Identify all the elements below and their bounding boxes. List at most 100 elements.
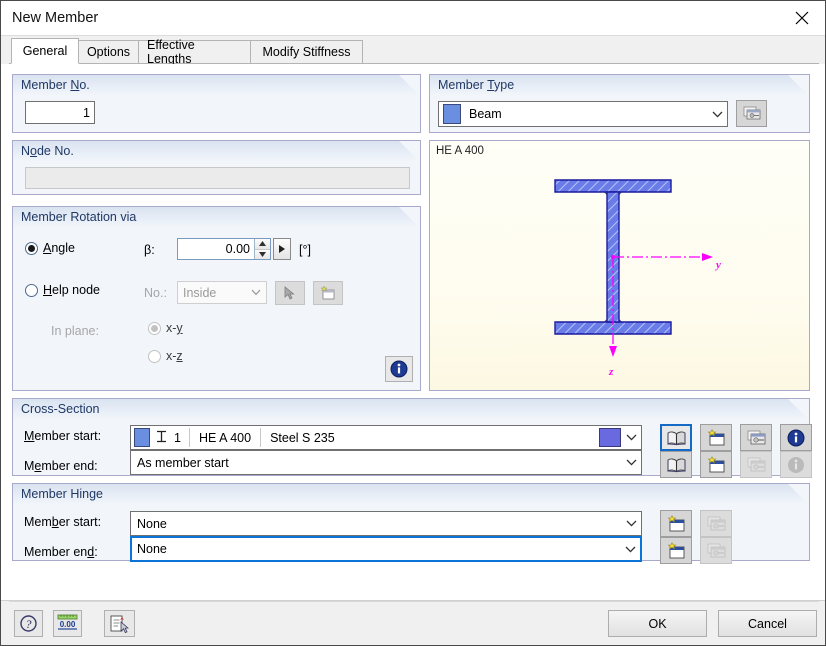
member-hinge-end-label: Member end: — [24, 545, 98, 559]
group-cross-section: Cross-Section Member start: Member end: … — [12, 398, 812, 478]
divider — [188, 428, 190, 447]
cancel-button[interactable]: Cancel — [718, 610, 817, 637]
cross-section-end-swatch — [599, 428, 621, 447]
library-icon[interactable] — [660, 451, 692, 478]
member-type-value: Beam — [469, 107, 502, 121]
beta-symbol-label: β: — [144, 243, 155, 257]
in-plane-label: In plane: — [51, 324, 99, 338]
radio-in-plane-xy[interactable]: x-y — [148, 321, 183, 335]
close-icon[interactable] — [779, 1, 825, 35]
pick-node-icon[interactable] — [275, 281, 305, 305]
member-hinge-start-label: Member start: — [24, 515, 102, 529]
i-section-icon — [155, 430, 168, 446]
ok-button-label: OK — [648, 616, 667, 631]
units-icon[interactable]: 0.00 — [53, 610, 82, 637]
group-cross-section-title: Cross-Section — [21, 402, 100, 416]
tab-general-label: General — [22, 44, 68, 58]
radio-rotation-help-node[interactable]: Help node — [25, 283, 100, 297]
member-type-combo[interactable]: Beam — [438, 101, 728, 127]
chevron-down-icon — [621, 459, 641, 466]
info-icon[interactable] — [780, 424, 812, 451]
rotation-angle-more-button[interactable] — [273, 238, 291, 260]
library-icon[interactable] — [660, 424, 692, 451]
angle-unit-label: [°] — [299, 243, 311, 257]
group-member-no: Member No. 1 — [12, 74, 421, 133]
help-icon[interactable]: ? — [14, 610, 43, 637]
tab-general[interactable]: General — [11, 38, 79, 64]
cross-section-preview-label: HE A 400 — [436, 145, 484, 157]
dialog-footer: ? 0.00 OK Cancel — [1, 600, 825, 645]
new-node-icon[interactable] — [313, 281, 343, 305]
chevron-down-icon — [620, 546, 640, 553]
cross-section-end-combo[interactable]: As member start — [130, 450, 642, 475]
new-hinge-icon[interactable] — [660, 537, 692, 564]
spinner-down-icon[interactable] — [255, 249, 270, 259]
axis-z-label: z — [608, 366, 614, 378]
member-hinge-end-combo[interactable]: None — [130, 536, 642, 562]
cross-section-start-combo[interactable]: 1 HE A 400 Steel S 235 — [130, 425, 642, 450]
edit-section-icon[interactable] — [740, 451, 772, 478]
new-section-icon[interactable] — [700, 451, 732, 478]
node-no-input[interactable] — [25, 167, 410, 189]
help-node-no-label: No.: — [144, 286, 167, 300]
group-header — [13, 484, 809, 505]
member-hinge-end-value: None — [137, 542, 167, 556]
member-no-input[interactable]: 1 — [25, 101, 95, 124]
svg-text:?: ? — [26, 617, 32, 631]
tab-bar: General Options Effective Lengths Modify… — [1, 36, 825, 66]
window-title: New Member — [12, 10, 99, 26]
new-hinge-icon[interactable] — [660, 510, 692, 537]
edit-section-icon[interactable] — [740, 424, 772, 451]
spinner-up-icon[interactable] — [255, 239, 270, 250]
cross-section-name: HE A 400 — [198, 430, 252, 445]
chevron-down-icon — [621, 520, 641, 527]
ok-button[interactable]: OK — [608, 610, 707, 637]
cross-section-preview: HE A 400 y z — [429, 140, 810, 391]
help-node-combo[interactable]: Inside — [177, 281, 267, 304]
radio-rotation-angle-label: Angle — [43, 241, 75, 255]
tab-modify-stiffness[interactable]: Modify Stiffness — [250, 40, 363, 64]
edit-type-icon[interactable] — [736, 100, 767, 127]
edit-hinge-icon[interactable] — [700, 537, 732, 564]
member-hinge-start-combo[interactable]: None — [130, 511, 642, 536]
footer-divider — [9, 601, 819, 602]
rotation-angle-spinner[interactable]: 0.00 — [177, 238, 271, 260]
info-icon[interactable] — [780, 451, 812, 478]
cross-section-color-swatch — [134, 428, 150, 447]
new-section-icon[interactable] — [700, 424, 732, 451]
radio-in-plane-xy-label: x-y — [166, 321, 183, 335]
cross-section-end-value: As member start — [137, 455, 229, 470]
chevron-down-icon — [246, 289, 266, 296]
group-header — [13, 399, 809, 420]
group-member-type-title: Member Type — [438, 78, 515, 92]
chevron-down-icon — [621, 434, 641, 441]
tab-effective-lengths[interactable]: Effective Lengths — [138, 38, 251, 66]
i-beam-drawing: y z — [554, 179, 721, 378]
radio-rotation-help-node-label: Help node — [43, 283, 100, 297]
cross-section-material: Steel S 235 — [270, 430, 335, 445]
chevron-down-icon — [707, 111, 727, 118]
tab-options-label: Options — [86, 45, 131, 59]
help-node-combo-value: Inside — [183, 285, 217, 300]
group-header — [13, 141, 420, 162]
radio-dot — [25, 241, 38, 255]
group-member-no-title: Member No. — [21, 78, 90, 92]
edit-hinge-icon[interactable] — [700, 510, 732, 537]
spinner-buttons — [254, 239, 270, 259]
group-member-hinge: Member Hinge Member start: Member end: N… — [12, 483, 810, 564]
cancel-button-label: Cancel — [748, 616, 787, 631]
group-node-no-title: Node No. — [21, 144, 74, 158]
radio-dot — [148, 321, 161, 335]
member-type-color-swatch — [443, 104, 461, 124]
radio-in-plane-xz-label: x-z — [166, 349, 183, 363]
svg-text:0.00: 0.00 — [60, 620, 76, 629]
tab-options[interactable]: Options — [78, 40, 139, 64]
group-member-hinge-title: Member Hinge — [21, 487, 103, 501]
cross-section-start-label: Member start: — [24, 429, 102, 443]
cross-section-end-label: Member end: — [24, 459, 98, 473]
radio-in-plane-xz[interactable]: x-z — [148, 349, 183, 363]
radio-rotation-angle[interactable]: Angle — [25, 241, 75, 255]
info-icon[interactable] — [385, 356, 413, 382]
group-member-type: Member Type Beam — [429, 74, 810, 133]
default-settings-icon[interactable] — [104, 610, 135, 637]
